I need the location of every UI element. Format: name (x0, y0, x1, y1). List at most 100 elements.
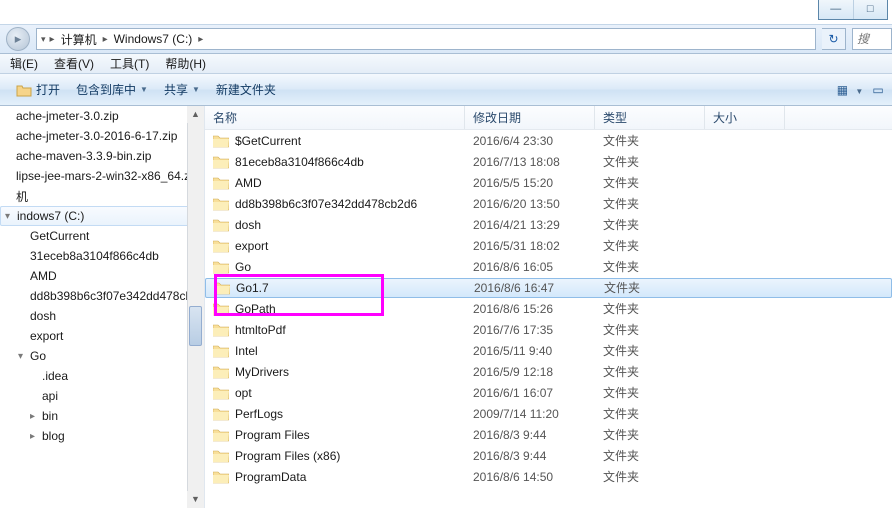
file-date: 2016/4/21 13:29 (465, 218, 595, 232)
file-name: Go (235, 260, 251, 274)
file-name: PerfLogs (235, 407, 283, 421)
tree-item-label: dd8b398b6c3f07e342dd478cb2 (30, 289, 199, 303)
tree-item-label: Go (30, 349, 46, 363)
file-row[interactable]: PerfLogs2009/7/14 11:20文件夹 (205, 403, 892, 424)
folder-icon (213, 218, 229, 232)
file-name: Program Files (x86) (235, 449, 340, 463)
file-row[interactable]: ProgramData2016/8/6 14:50文件夹 (205, 466, 892, 487)
expander-icon[interactable]: ▸ (30, 431, 42, 442)
tree-item[interactable]: ache-jmeter-3.0-2016-6-17.zip (0, 126, 204, 146)
file-name: GoPath (235, 302, 276, 316)
breadcrumb-drive[interactable]: Windows7 (C:) (112, 32, 195, 46)
tree-item[interactable]: export (0, 326, 204, 346)
menu-tools[interactable]: 工具(T) (102, 55, 157, 72)
organize-button[interactable]: 打开 (8, 78, 68, 102)
menu-bar: 辑(E) 查看(V) 工具(T) 帮助(H) (0, 54, 892, 74)
tree-item[interactable]: api (0, 386, 204, 406)
share-button[interactable]: 共享▼ (156, 78, 208, 102)
folder-icon (213, 386, 229, 400)
file-row[interactable]: AMD2016/5/5 15:20文件夹 (205, 172, 892, 193)
file-row[interactable]: Program Files2016/8/3 9:44文件夹 (205, 424, 892, 445)
file-name: AMD (235, 176, 262, 190)
tree-item[interactable]: lipse-jee-mars-2-win32-x86_64.z (0, 166, 204, 186)
refresh-button[interactable]: ↻ (822, 28, 846, 50)
tree-item[interactable]: 机 (0, 186, 204, 206)
nav-forward-button: ▸ (6, 27, 30, 51)
new-folder-button[interactable]: 新建文件夹 (208, 78, 284, 102)
menu-help[interactable]: 帮助(H) (157, 55, 214, 72)
tree-item[interactable]: .idea (0, 366, 204, 386)
file-type: 文件夹 (595, 258, 705, 275)
tree-item-label: export (30, 329, 63, 343)
file-row[interactable]: htmltoPdf2016/7/6 17:35文件夹 (205, 319, 892, 340)
tree-item[interactable]: dosh (0, 306, 204, 326)
scroll-thumb[interactable] (189, 306, 202, 346)
tree-item[interactable]: GetCurrent (0, 226, 204, 246)
file-date: 2016/7/6 17:35 (465, 323, 595, 337)
chevron-down-icon: ▼ (192, 85, 200, 94)
tree-item[interactable]: ache-jmeter-3.0.zip (0, 106, 204, 126)
file-row[interactable]: Program Files (x86)2016/8/3 9:44文件夹 (205, 445, 892, 466)
folder-icon (213, 260, 229, 274)
tree-item[interactable]: ▾Go (0, 346, 204, 366)
tree-item[interactable]: ▸blog (0, 426, 204, 446)
file-row[interactable]: 81eceb8a3104f866c4db2016/7/13 18:08文件夹 (205, 151, 892, 172)
file-row[interactable]: GoPath2016/8/6 15:26文件夹 (205, 298, 892, 319)
file-row[interactable]: Go1.72016/8/6 16:47文件夹 (205, 277, 892, 298)
include-button[interactable]: 包含到库中▼ (68, 78, 156, 102)
minimize-button[interactable]: — (819, 0, 853, 19)
breadcrumb-computer[interactable]: 计算机 (59, 31, 99, 48)
nav-scrollbar[interactable]: ▲ ▼ (187, 106, 204, 508)
scroll-down-button[interactable]: ▼ (187, 491, 204, 508)
breadcrumb[interactable]: ▾ ▸ 计算机 ▸ Windows7 (C:) ▸ (36, 28, 816, 50)
maximize-button[interactable]: □ (853, 0, 888, 19)
open-folder-icon (16, 82, 32, 98)
tree-item[interactable]: dd8b398b6c3f07e342dd478cb2 (0, 286, 204, 306)
file-type: 文件夹 (595, 153, 705, 170)
view-options-button[interactable]: ▦ ▼ (836, 83, 864, 97)
column-size[interactable]: 大小 (705, 106, 785, 129)
tree-item-label: AMD (30, 269, 57, 283)
chevron-down-icon: ▼ (140, 85, 148, 94)
file-row[interactable]: $GetCurrent2016/6/4 23:30文件夹 (205, 130, 892, 151)
history-dropdown-icon[interactable]: ▾ (41, 34, 46, 45)
folder-icon (213, 470, 229, 484)
preview-pane-button[interactable]: ▭ (864, 83, 892, 97)
file-row[interactable]: MyDrivers2016/5/9 12:18文件夹 (205, 361, 892, 382)
column-name[interactable]: 名称 (205, 106, 465, 129)
tree-item-label: 机 (16, 188, 28, 205)
file-date: 2016/6/20 13:50 (465, 197, 595, 211)
expander-icon[interactable]: ▾ (5, 211, 17, 222)
tree-item[interactable]: ▾indows7 (C:) (0, 206, 204, 226)
file-date: 2016/8/6 14:50 (465, 470, 595, 484)
tree-item[interactable]: 31eceb8a3104f866c4db (0, 246, 204, 266)
expander-icon[interactable]: ▾ (18, 351, 30, 362)
column-type[interactable]: 类型 (595, 106, 705, 129)
file-row[interactable]: opt2016/6/1 16:07文件夹 (205, 382, 892, 403)
file-type: 文件夹 (595, 405, 705, 422)
file-date: 2016/8/6 16:05 (465, 260, 595, 274)
expander-icon[interactable]: ▸ (30, 411, 42, 422)
file-row[interactable]: Go 2016/8/6 16:05文件夹 (205, 256, 892, 277)
file-type: 文件夹 (595, 321, 705, 338)
folder-icon (213, 134, 229, 148)
file-type: 文件夹 (595, 426, 705, 443)
file-name: dosh (235, 218, 261, 232)
file-row[interactable]: dd8b398b6c3f07e342dd478cb2d62016/6/20 13… (205, 193, 892, 214)
file-row[interactable]: Intel2016/5/11 9:40文件夹 (205, 340, 892, 361)
menu-edit[interactable]: 辑(E) (2, 55, 46, 72)
column-modified[interactable]: 修改日期 (465, 106, 595, 129)
search-input[interactable]: 搜 (852, 28, 892, 50)
file-name: 81eceb8a3104f866c4db (235, 155, 364, 169)
tree-item[interactable]: ▸bin (0, 406, 204, 426)
menu-view[interactable]: 查看(V) (46, 55, 102, 72)
tree-item[interactable]: ache-maven-3.3.9-bin.zip (0, 146, 204, 166)
file-type: 文件夹 (595, 300, 705, 317)
chevron-right-icon: ▸ (50, 34, 55, 45)
file-row[interactable]: dosh2016/4/21 13:29文件夹 (205, 214, 892, 235)
tree-item[interactable]: AMD (0, 266, 204, 286)
file-type: 文件夹 (595, 132, 705, 149)
file-row[interactable]: export2016/5/31 18:02文件夹 (205, 235, 892, 256)
command-bar: 打开 包含到库中▼ 共享▼ 新建文件夹 ▦ ▼ ▭ (0, 74, 892, 106)
scroll-up-button[interactable]: ▲ (187, 106, 204, 123)
